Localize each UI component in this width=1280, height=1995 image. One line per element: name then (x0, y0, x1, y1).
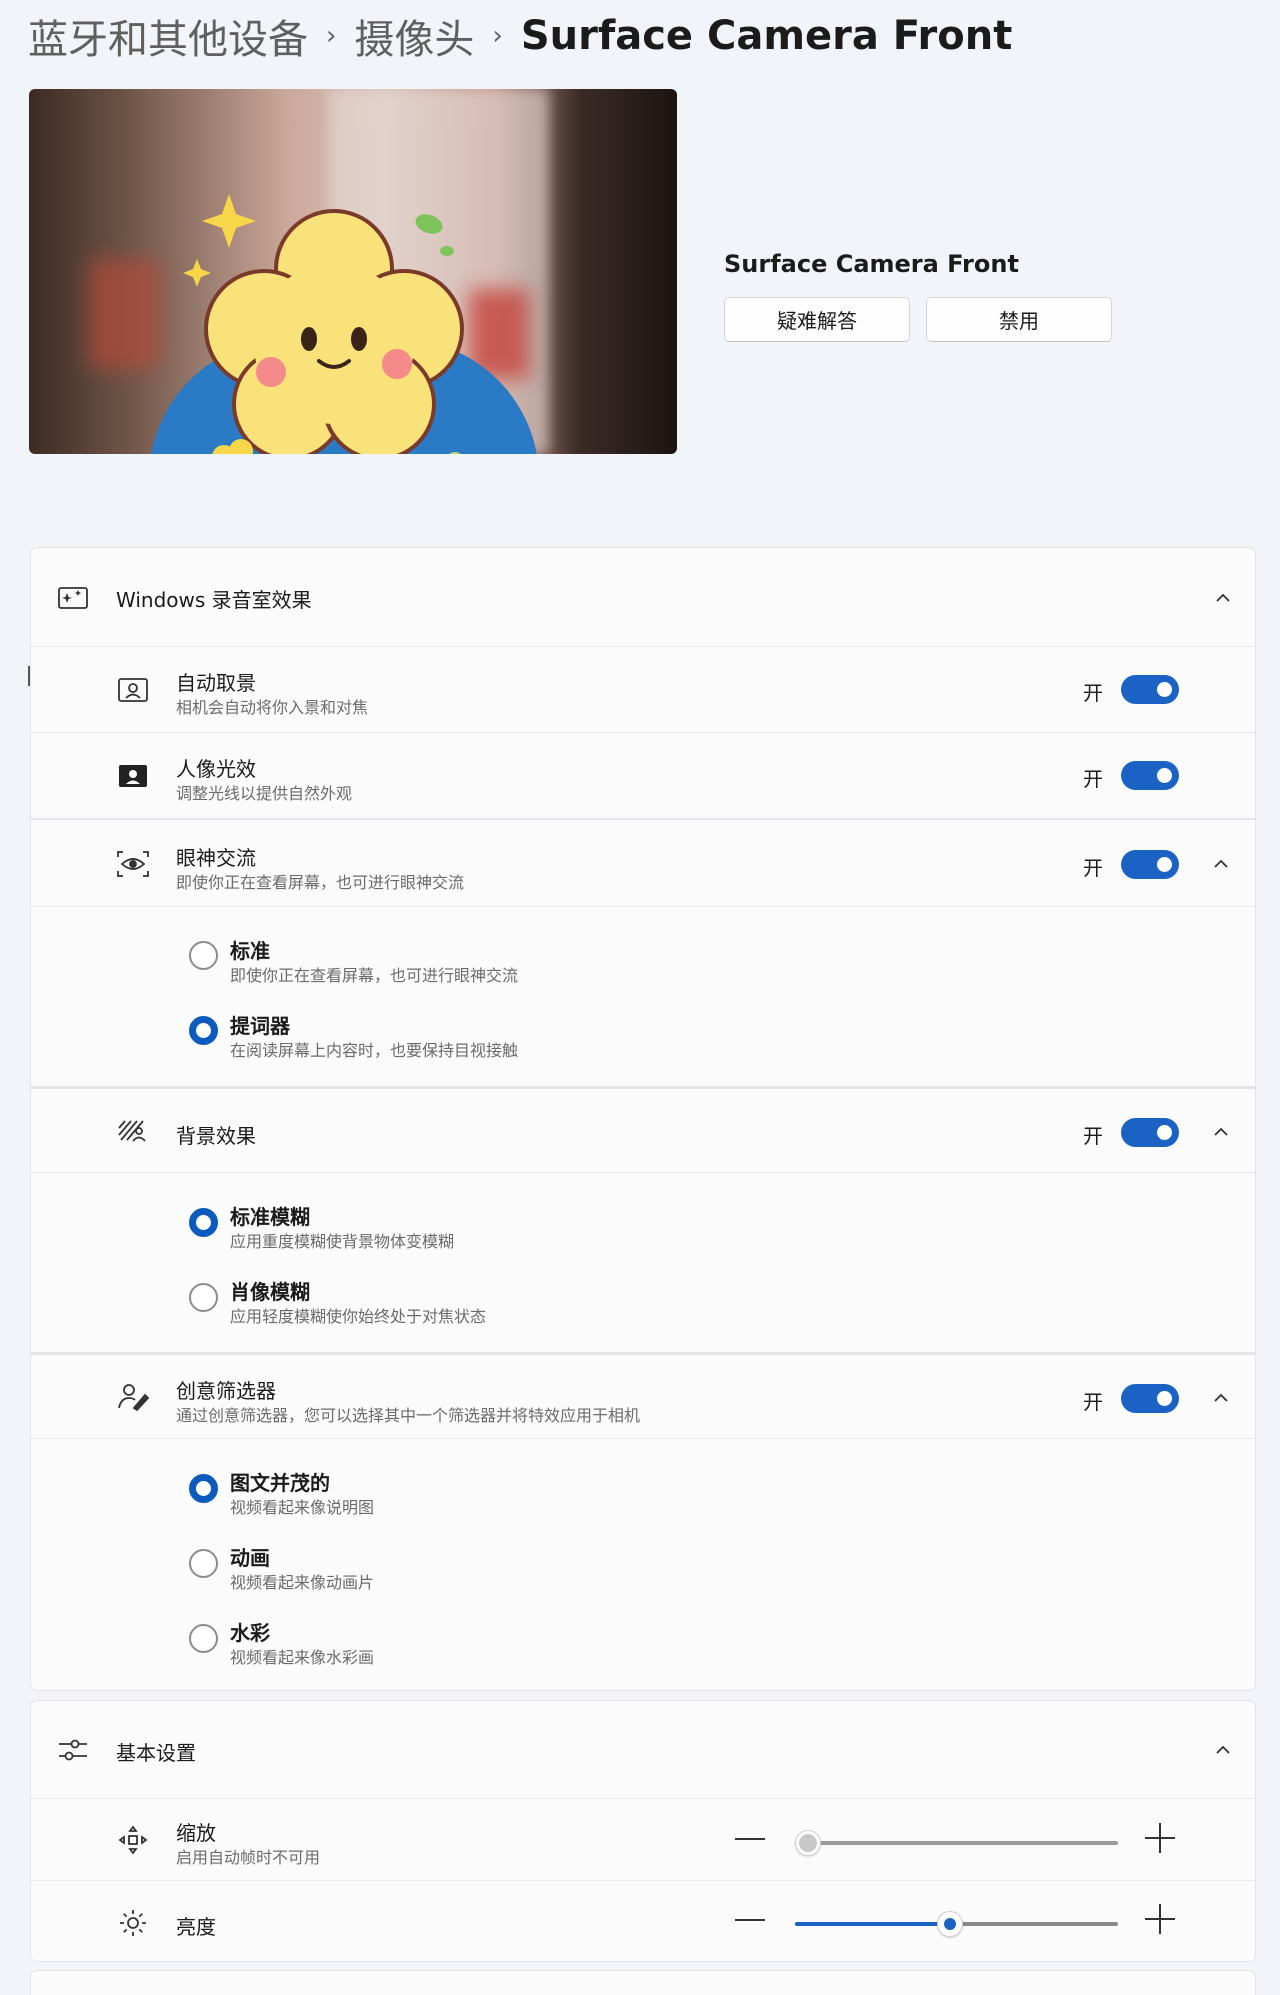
eye-contact-title: 眼神交流 (176, 846, 256, 870)
eye-teleprompter-title: 提词器 (230, 1014, 290, 1038)
device-name: Surface Camera Front (724, 250, 1019, 278)
auto-framing-icon (115, 672, 151, 708)
eye-standard-desc: 即使你正在查看屏幕，也可进行眼神交流 (230, 966, 519, 985)
brightness-decrease-button[interactable] (735, 1919, 765, 1921)
page-title: Surface Camera Front (520, 13, 1013, 59)
breadcrumb-separator: › (492, 21, 503, 51)
chevron-up-icon[interactable] (1213, 588, 1233, 608)
basic-settings-title: 基本设置 (116, 1741, 196, 1765)
zoom-slider-thumb[interactable] (795, 1830, 821, 1856)
background-effects-title: 背景效果 (176, 1124, 256, 1148)
breadcrumb: 蓝牙和其他设备 › 摄像头 › Surface Camera Front (28, 6, 1012, 66)
eye-contact-state: 开 (1083, 856, 1103, 880)
brightness-slider-thumb[interactable] (937, 1911, 964, 1937)
brightness-slider-fill (795, 1922, 951, 1926)
zoom-desc: 启用自动帧时不可用 (176, 1848, 321, 1867)
radio-animated[interactable] (189, 1549, 218, 1578)
portrait-light-icon (115, 758, 151, 794)
zoom-increase-button[interactable] (1145, 1823, 1175, 1853)
breadcrumb-cameras[interactable]: 摄像头 (354, 7, 474, 65)
portrait-blur-desc: 应用轻度模糊使你始终处于对焦状态 (230, 1307, 487, 1326)
auto-framing-state: 开 (1083, 681, 1103, 705)
animated-title: 动画 (230, 1546, 270, 1570)
zoom-title: 缩放 (176, 1821, 216, 1845)
creative-filters-icon (115, 1379, 151, 1415)
eye-contact-row[interactable]: 眼神交流 即使你正在查看屏幕，也可进行眼神交流 开 (31, 818, 1255, 906)
radio-standard-blur[interactable] (189, 1208, 218, 1237)
radio-portrait-blur[interactable] (189, 1283, 218, 1312)
background-effects-toggle[interactable] (1121, 1118, 1179, 1147)
auto-framing-row: 自动取景 相机会自动将你入景和对焦 开 (31, 646, 1255, 732)
studio-effects-title: Windows 录音室效果 (116, 588, 312, 612)
troubleshoot-button[interactable]: 疑难解答 (724, 297, 910, 342)
chevron-up-icon[interactable] (1211, 854, 1231, 874)
creative-filters-desc: 通过创意筛选器，您可以选择其中一个筛选器并将特效应用于相机 (176, 1406, 641, 1425)
zoom-decrease-button[interactable] (735, 1838, 765, 1840)
eye-contact-icon (115, 846, 151, 882)
zoom-slider-track[interactable] (795, 1841, 1118, 1845)
creative-filters-toggle[interactable] (1121, 1384, 1179, 1413)
creative-filters-row[interactable]: 创意筛选器 通过创意筛选器，您可以选择其中一个筛选器并将特效应用于相机 开 (31, 1352, 1255, 1438)
portrait-light-row: 人像光效 调整光线以提供自然外观 开 (31, 732, 1255, 818)
background-effects-icon (115, 1113, 151, 1149)
breadcrumb-separator: › (326, 21, 337, 51)
portrait-blur-title: 肖像模糊 (230, 1280, 310, 1304)
radio-eye-teleprompter[interactable] (189, 1016, 218, 1045)
radio-illustrated[interactable] (189, 1474, 218, 1503)
studio-effects-card: Windows 录音室效果 自动取景 相机会自动将你入景和对焦 开 人像光效 调… (30, 547, 1256, 1691)
studio-effects-header[interactable]: Windows 录音室效果 (31, 548, 1255, 646)
portrait-light-desc: 调整光线以提供自然外观 (176, 784, 353, 803)
flower-sticker-icon (183, 194, 464, 454)
eye-teleprompter-desc: 在阅读屏幕上内容时，也要保持目视接触 (230, 1041, 519, 1060)
chevron-up-icon[interactable] (1211, 1122, 1231, 1142)
background-effects-row[interactable]: 背景效果 开 (31, 1086, 1255, 1172)
eye-contact-toggle[interactable] (1121, 850, 1179, 879)
standard-blur-desc: 应用重度模糊使背景物体变模糊 (230, 1232, 455, 1251)
radio-watercolor[interactable] (189, 1624, 218, 1653)
eye-contact-options: 标准 即使你正在查看屏幕，也可进行眼神交流 提词器 在阅读屏幕上内容时，也要保持… (31, 906, 1255, 1086)
chevron-up-icon[interactable] (1213, 1740, 1233, 1760)
chevron-up-icon[interactable] (1211, 1388, 1231, 1408)
auto-framing-toggle[interactable] (1121, 675, 1179, 704)
camera-preview (29, 89, 677, 454)
illustrated-desc: 视频看起来像说明图 (230, 1498, 375, 1517)
disable-button[interactable]: 禁用 (926, 297, 1112, 342)
watercolor-title: 水彩 (230, 1621, 270, 1645)
brightness-increase-button[interactable] (1145, 1904, 1175, 1934)
portrait-light-toggle[interactable] (1121, 761, 1179, 790)
eye-standard-title: 标准 (230, 939, 270, 963)
illustrated-title: 图文并茂的 (230, 1471, 330, 1495)
sliders-icon (55, 1732, 91, 1768)
sparkle-frame-icon (55, 579, 91, 615)
brightness-row: 亮度 (31, 1880, 1255, 1962)
brightness-title: 亮度 (176, 1915, 216, 1939)
creative-filters-state: 开 (1083, 1390, 1103, 1414)
brightness-icon (115, 1905, 151, 1941)
portrait-light-title: 人像光效 (176, 757, 256, 781)
eye-contact-desc: 即使你正在查看屏幕，也可进行眼神交流 (176, 873, 465, 892)
breadcrumb-bluetooth-devices[interactable]: 蓝牙和其他设备 (28, 7, 308, 65)
auto-framing-desc: 相机会自动将你入景和对焦 (176, 698, 369, 717)
zoom-row: 缩放 启用自动帧时不可用 (31, 1798, 1255, 1880)
basic-settings-card: 基本设置 缩放 启用自动帧时不可用 亮度 (30, 1700, 1256, 1962)
standard-blur-title: 标准模糊 (230, 1205, 310, 1229)
animated-desc: 视频看起来像动画片 (230, 1573, 375, 1592)
portrait-light-state: 开 (1083, 767, 1103, 791)
radio-eye-standard[interactable] (189, 941, 218, 970)
watercolor-desc: 视频看起来像水彩画 (230, 1648, 375, 1667)
zoom-icon (115, 1822, 151, 1858)
background-effects-state: 开 (1083, 1124, 1103, 1148)
creative-filters-options: 图文并茂的 视频看起来像说明图 动画 视频看起来像动画片 水彩 视频看起来像水彩… (31, 1438, 1255, 1692)
basic-settings-header[interactable]: 基本设置 (31, 1701, 1255, 1798)
creative-filters-title: 创意筛选器 (176, 1379, 276, 1403)
auto-framing-title: 自动取景 (176, 671, 256, 695)
background-effects-options: 标准模糊 应用重度模糊使背景物体变模糊 肖像模糊 应用轻度模糊使你始终处于对焦状… (31, 1172, 1255, 1352)
next-settings-card (30, 1970, 1256, 1995)
